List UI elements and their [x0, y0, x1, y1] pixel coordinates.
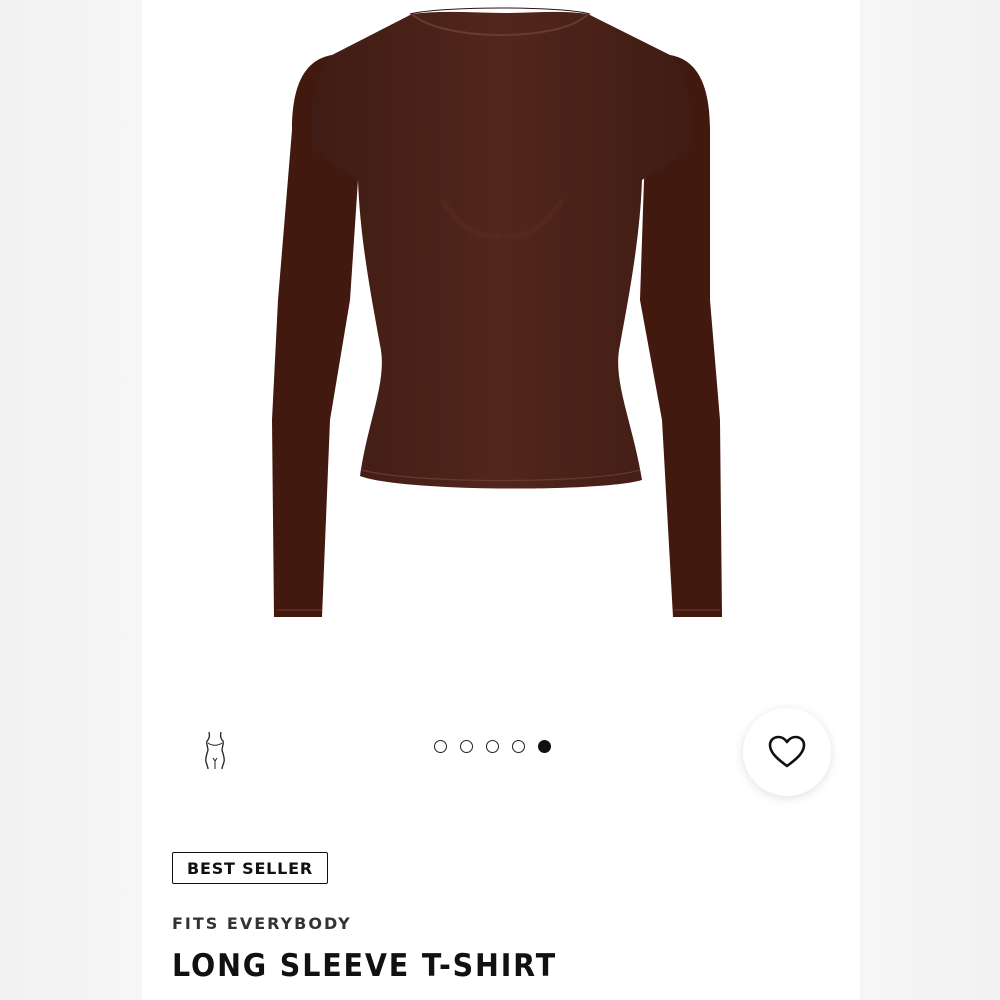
image-carousel-pagination [434, 740, 551, 753]
best-seller-badge: BEST SELLER [172, 852, 329, 884]
carousel-dot-active[interactable] [538, 740, 551, 753]
carousel-dot[interactable] [512, 740, 525, 753]
carousel-dot[interactable] [434, 740, 447, 753]
long-sleeve-top-illustration [272, 7, 722, 617]
product-title: LONG SLEEVE T-SHIRT [172, 948, 557, 984]
right-gutter [860, 0, 1000, 1000]
left-gutter [0, 0, 142, 1000]
product-page: BEST SELLER FITS EVERYBODY LONG SLEEVE T… [142, 0, 860, 1000]
body-silhouette-icon[interactable] [200, 730, 230, 770]
product-image[interactable] [142, 0, 860, 690]
heart-icon [768, 735, 806, 768]
carousel-dot[interactable] [460, 740, 473, 753]
product-eyebrow: FITS EVERYBODY [172, 914, 352, 933]
carousel-dot[interactable] [486, 740, 499, 753]
wishlist-button[interactable] [743, 708, 831, 796]
